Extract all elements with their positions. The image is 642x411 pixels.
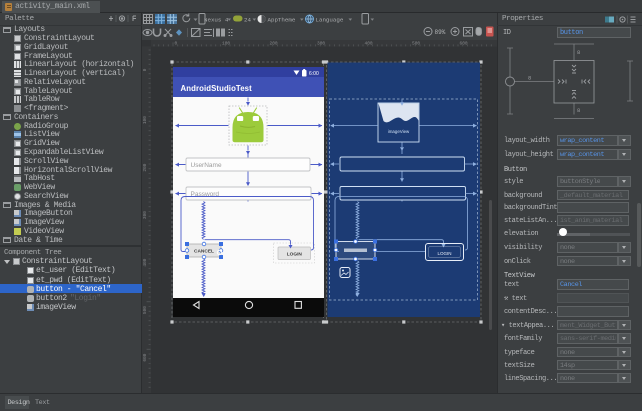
svg-text:500: 500 bbox=[412, 41, 420, 47]
svg-text:100: 100 bbox=[222, 41, 230, 47]
svg-text:AppTheme: AppTheme bbox=[268, 17, 296, 24]
svg-text:Nexus 4: Nexus 4 bbox=[204, 17, 229, 24]
svg-text:600: 600 bbox=[142, 353, 148, 361]
svg-text:AndroidStudioTest: AndroidStudioTest bbox=[181, 84, 253, 93]
svg-text:LOGIN: LOGIN bbox=[287, 252, 303, 258]
svg-text:UserName: UserName bbox=[191, 162, 222, 169]
svg-text:500: 500 bbox=[142, 306, 148, 314]
svg-text:LOGIN: LOGIN bbox=[437, 251, 451, 256]
svg-text:0: 0 bbox=[175, 41, 178, 47]
svg-text:300: 300 bbox=[142, 211, 148, 219]
svg-text:8: 8 bbox=[577, 107, 580, 114]
svg-text:0: 0 bbox=[142, 68, 148, 71]
svg-text:CANCEL: CANCEL bbox=[194, 249, 214, 255]
svg-text:100: 100 bbox=[142, 116, 148, 124]
svg-text:24: 24 bbox=[244, 17, 251, 24]
svg-text:300: 300 bbox=[317, 41, 325, 47]
svg-text:200: 200 bbox=[270, 41, 278, 47]
svg-text:400: 400 bbox=[365, 41, 373, 47]
svg-text:400: 400 bbox=[142, 258, 148, 266]
svg-text:600: 600 bbox=[460, 41, 468, 47]
svg-text:89%: 89% bbox=[435, 29, 446, 36]
svg-text:200: 200 bbox=[142, 163, 148, 171]
svg-text:8: 8 bbox=[528, 75, 531, 82]
svg-text:imageView: imageView bbox=[388, 129, 410, 134]
svg-text:6:00: 6:00 bbox=[309, 71, 319, 77]
svg-text:8: 8 bbox=[577, 49, 580, 56]
svg-text:Language: Language bbox=[316, 17, 344, 24]
